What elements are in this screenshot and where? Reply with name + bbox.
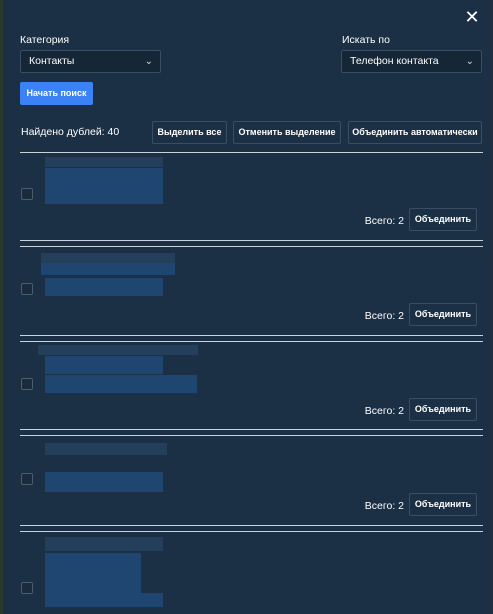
start-search-button[interactable]: Начать поиск <box>20 82 93 105</box>
merge-button[interactable]: Объединить <box>409 398 477 421</box>
blurred-contact-name <box>41 253 175 263</box>
group-checkbox[interactable] <box>21 582 33 594</box>
group-checkbox[interactable] <box>21 378 33 390</box>
blurred-contact-data <box>45 168 163 186</box>
blurred-contact-name <box>45 157 163 167</box>
merge-button[interactable]: Объединить <box>409 208 477 231</box>
blurred-contact-data <box>45 356 163 374</box>
blurred-contact-data <box>45 278 163 296</box>
category-label: Категория <box>20 34 70 46</box>
group-total: Всего: 2 <box>364 310 404 322</box>
divider <box>20 341 483 342</box>
blurred-contact-data <box>45 553 141 593</box>
divider <box>20 429 483 430</box>
group-checkbox[interactable] <box>21 188 33 200</box>
group-total: Всего: 2 <box>364 500 404 512</box>
merge-button[interactable]: Объединить <box>409 303 477 326</box>
search-by-select-value: Телефон контакта <box>350 55 439 67</box>
find-duplicates-dialog: ✕ Категория Контакты ⌄ Искать по Телефон… <box>0 0 493 614</box>
group-total: Всего: 2 <box>364 405 404 417</box>
search-by-select[interactable]: Телефон контакта ⌄ <box>341 50 482 73</box>
blurred-contact-name <box>45 537 163 551</box>
category-select[interactable]: Контакты ⌄ <box>20 50 161 73</box>
chevron-down-icon: ⌄ <box>144 56 153 67</box>
blurred-contact-name <box>38 345 198 355</box>
divider <box>20 435 483 436</box>
group-checkbox[interactable] <box>21 473 33 485</box>
select-all-button[interactable]: Выделить все <box>152 121 227 144</box>
blurred-contact-data <box>45 593 163 607</box>
divider <box>20 531 483 532</box>
divider <box>20 240 483 241</box>
close-icon[interactable]: ✕ <box>464 8 480 26</box>
chevron-down-icon: ⌄ <box>465 56 474 67</box>
search-by-label: Искать по <box>342 34 390 46</box>
divider <box>20 152 483 153</box>
blurred-contact-data <box>45 375 197 393</box>
blurred-contact-data <box>45 472 163 492</box>
group-total: Всего: 2 <box>364 215 404 227</box>
blurred-contact-data <box>45 186 163 204</box>
blurred-contact-data <box>41 263 175 275</box>
duplicates-found-count: Найдено дублей: 40 <box>21 126 120 138</box>
blurred-contact-name <box>45 443 167 455</box>
deselect-button[interactable]: Отменить выделение <box>233 121 341 144</box>
divider <box>20 525 483 526</box>
category-select-value: Контакты <box>29 55 75 67</box>
merge-automatically-button[interactable]: Объединить автоматически <box>348 121 482 144</box>
merge-button[interactable]: Объединить <box>409 493 477 516</box>
group-checkbox[interactable] <box>21 283 33 295</box>
divider <box>20 246 483 247</box>
divider <box>20 335 483 336</box>
